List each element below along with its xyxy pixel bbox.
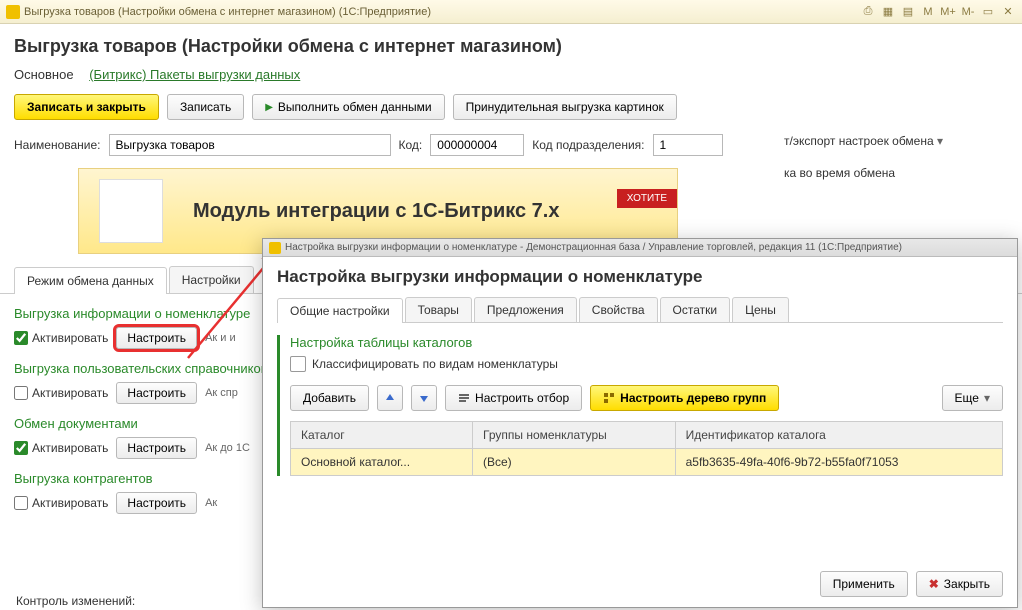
trail-2: Ак спр bbox=[205, 387, 238, 399]
front-window-title: Настройка выгрузки информации о номенкла… bbox=[285, 242, 902, 253]
front-dialog: Настройка выгрузки информации о номенкла… bbox=[262, 238, 1018, 608]
m-icon-2[interactable]: M+ bbox=[940, 4, 956, 20]
exchange-button[interactable]: ▶ Выполнить обмен данными bbox=[252, 94, 444, 120]
front-tabs: Общие настройки Товары Предложения Свойс… bbox=[277, 297, 1003, 323]
more-button[interactable]: Еще bbox=[942, 385, 1003, 411]
m-icon-1[interactable]: M bbox=[920, 4, 936, 20]
cell-catalog: Основной каталог... bbox=[291, 449, 473, 476]
link-main[interactable]: Основное bbox=[14, 67, 74, 82]
trail-3: Ак до 1С bbox=[205, 442, 250, 454]
right-panel: т/экспорт настроек обмена ка во время об… bbox=[772, 24, 1022, 220]
name-label: Наименование: bbox=[14, 138, 101, 152]
checkbox-box bbox=[290, 356, 306, 372]
play-icon: ▶ bbox=[265, 102, 273, 113]
tree-label: Настроить дерево групп bbox=[620, 391, 766, 405]
save-close-button[interactable]: Записать и закрыть bbox=[14, 94, 159, 120]
col-catalog: Каталог bbox=[291, 422, 473, 449]
classify-label: Классифицировать по видам номенклатуры bbox=[312, 357, 558, 371]
apply-button[interactable]: Применить bbox=[820, 571, 908, 597]
close-label: Закрыть bbox=[944, 577, 990, 591]
move-up-button[interactable] bbox=[377, 385, 403, 411]
configure-contractors-button: Настроить bbox=[116, 492, 197, 514]
activate-documents-check[interactable]: Активировать bbox=[14, 441, 108, 455]
tab-stock[interactable]: Остатки bbox=[660, 297, 731, 322]
move-down-button[interactable] bbox=[411, 385, 437, 411]
close-icon[interactable]: ✕ bbox=[1000, 4, 1016, 20]
configure-nomenclature-button[interactable]: Настроить bbox=[116, 327, 197, 349]
tree-icon bbox=[603, 392, 615, 404]
force-images-button[interactable]: Принудительная выгрузка картинок bbox=[453, 94, 677, 120]
export-settings-dropdown[interactable]: т/экспорт настроек обмена bbox=[784, 134, 1010, 148]
configure-tree-button[interactable]: Настроить дерево групп bbox=[590, 385, 779, 411]
front-footer: Применить ✖ Закрыть bbox=[820, 571, 1003, 597]
trail-1: Ак и и bbox=[205, 332, 236, 344]
configure-userrefs-button: Настроить bbox=[116, 382, 197, 404]
dept-input[interactable] bbox=[653, 134, 723, 156]
tab-exchange-mode[interactable]: Режим обмена данных bbox=[14, 267, 167, 294]
code-input[interactable] bbox=[430, 134, 524, 156]
save-button[interactable]: Записать bbox=[167, 94, 244, 120]
changes-control-label: Контроль изменений: bbox=[16, 594, 135, 608]
activate-nomenclature-check[interactable]: Активировать bbox=[14, 331, 108, 345]
banner-cta[interactable]: ХОТИТЕ bbox=[617, 189, 677, 208]
activate-contractors-check[interactable]: Активировать bbox=[14, 496, 108, 510]
cell-id: a5fb3635-49fa-40f6-9b72-b55fa0f71053 bbox=[675, 449, 1002, 476]
back-titlebar: Выгрузка товаров (Настройки обмена с инт… bbox=[0, 0, 1022, 24]
tab-goods[interactable]: Товары bbox=[405, 297, 472, 322]
front-titlebar: Настройка выгрузки информации о номенкла… bbox=[263, 239, 1017, 257]
calc-icon[interactable]: ▤ bbox=[900, 4, 916, 20]
close-x-icon: ✖ bbox=[929, 577, 939, 591]
configure-documents-button[interactable]: Настроить bbox=[116, 437, 197, 459]
app-icon bbox=[6, 5, 20, 19]
exchange-label: Выполнить обмен данными bbox=[278, 100, 432, 114]
configure-filter-button[interactable]: Настроить отбор bbox=[445, 385, 582, 411]
m-icon-3[interactable]: M- bbox=[960, 4, 976, 20]
banner-text: Модуль интеграции с 1С-Битрикс 7.x bbox=[193, 200, 559, 223]
catalog-toolbar: Добавить Настроить отбор Настроить дерев… bbox=[290, 385, 1003, 411]
front-page-title: Настройка выгрузки информации о номенкла… bbox=[277, 267, 1003, 287]
tab-properties[interactable]: Свойства bbox=[579, 297, 658, 322]
tab-prices[interactable]: Цены bbox=[732, 297, 789, 322]
add-button[interactable]: Добавить bbox=[290, 385, 369, 411]
during-exchange-label: ка во время обмена bbox=[784, 166, 1010, 180]
name-input[interactable] bbox=[109, 134, 391, 156]
filter-icon bbox=[458, 392, 470, 404]
catalog-area: Настройка таблицы каталогов Классифициро… bbox=[277, 335, 1003, 476]
close-button[interactable]: ✖ Закрыть bbox=[916, 571, 1003, 597]
table-row[interactable]: Основной каталог... (Все) a5fb3635-49fa-… bbox=[291, 449, 1003, 476]
col-groups: Группы номенклатуры bbox=[473, 422, 676, 449]
tab-offers[interactable]: Предложения bbox=[474, 297, 577, 322]
activate-userrefs-check[interactable]: Активировать bbox=[14, 386, 108, 400]
banner-box-image bbox=[99, 179, 163, 243]
dept-label: Код подразделения: bbox=[532, 138, 644, 152]
tab-general[interactable]: Общие настройки bbox=[277, 298, 403, 323]
classify-checkbox[interactable]: Классифицировать по видам номенклатуры bbox=[290, 356, 558, 372]
print-icon[interactable]: ⎙ bbox=[860, 4, 876, 20]
cell-groups: (Все) bbox=[473, 449, 676, 476]
back-window-title: Выгрузка товаров (Настройки обмена с инт… bbox=[24, 6, 431, 18]
catalog-table: Каталог Группы номенклатуры Идентификато… bbox=[290, 421, 1003, 476]
tab-settings[interactable]: Настройки bbox=[169, 266, 254, 293]
col-id: Идентификатор каталога bbox=[675, 422, 1002, 449]
link-bitrix[interactable]: (Битрикс) Пакеты выгрузки данных bbox=[89, 67, 300, 82]
catalog-table-title: Настройка таблицы каталогов bbox=[290, 335, 1003, 350]
trail-4: Ак bbox=[205, 497, 217, 509]
app-icon bbox=[269, 242, 281, 254]
code-label: Код: bbox=[399, 138, 423, 152]
calendar-icon[interactable]: ▦ bbox=[880, 4, 896, 20]
restore-icon[interactable]: ▭ bbox=[980, 4, 996, 20]
filter-label: Настроить отбор bbox=[475, 391, 569, 405]
